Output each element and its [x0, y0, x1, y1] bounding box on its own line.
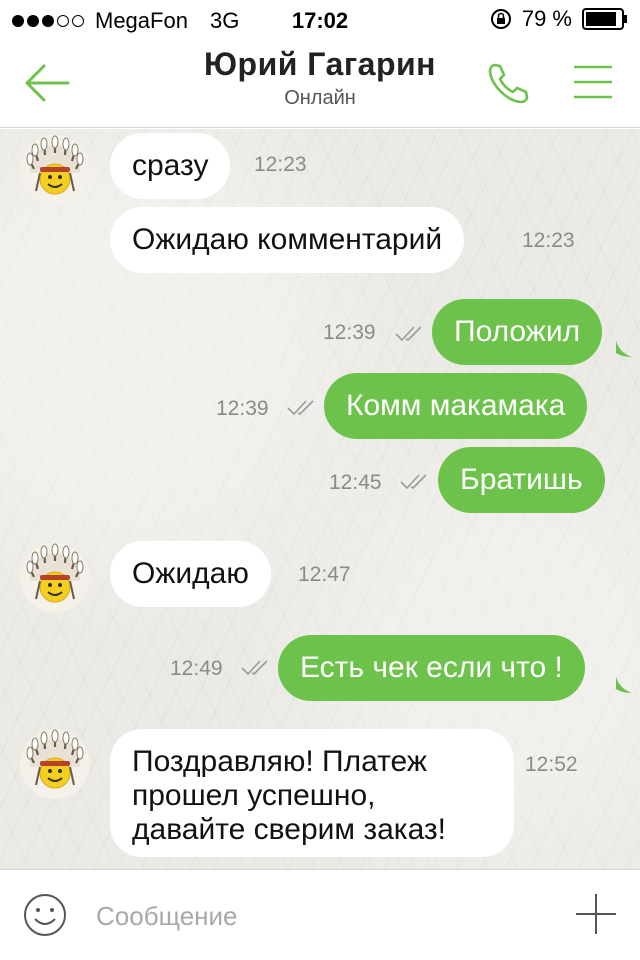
message-list[interactable]: сразу 12:23 Ожидаю комментарий 12:23 12:… [0, 129, 640, 869]
incoming-message-bubble[interactable]: сразу [110, 133, 231, 199]
message-text: Положил [454, 315, 581, 348]
chief-smiley-avatar-icon [26, 729, 84, 789]
incoming-message-bubble[interactable]: Ожидаю [110, 541, 271, 607]
status-bar: MegaFon 3G 17:02 79 % [0, 0, 640, 40]
message-text: Комм макамака [346, 389, 566, 422]
outgoing-message-bubble[interactable]: Положил [432, 299, 603, 365]
outgoing-message-bubble[interactable]: Есть чек если что ! [278, 635, 585, 701]
message-input[interactable] [96, 894, 536, 938]
message-text: Ожидаю [132, 557, 249, 590]
chief-smiley-avatar-icon [26, 543, 84, 603]
rotation-lock-icon [490, 9, 511, 29]
battery-percent: 79 % [521, 6, 572, 31]
contact-avatar[interactable] [20, 729, 90, 799]
message-time: 12:49 [170, 657, 223, 680]
contact-title[interactable]: Юрий Гагарин Онлайн [120, 46, 520, 110]
message-text: сразу [132, 149, 209, 182]
message-text: Братишь [460, 463, 583, 496]
contact-avatar[interactable] [20, 135, 90, 205]
message-time: 12:23 [254, 153, 307, 176]
incoming-message-bubble[interactable]: Поздравляю! Платеж прошел успешно, давай… [110, 729, 514, 857]
message-text-line: прошел успешно, [132, 779, 376, 812]
message-text-line: Поздравляю! Платеж [132, 745, 427, 778]
double-check-icon [241, 660, 268, 676]
message-composer [0, 869, 640, 960]
contact-avatar[interactable] [20, 543, 90, 613]
message-time: 12:47 [298, 563, 351, 586]
bubble-tail [616, 677, 632, 693]
double-check-icon [395, 326, 422, 342]
bubble-tail [616, 341, 632, 357]
phone-icon[interactable] [486, 60, 532, 106]
contact-status: Онлайн [284, 87, 356, 109]
message-time: 12:45 [329, 471, 382, 494]
smiley-icon[interactable] [22, 892, 68, 938]
incoming-message-bubble[interactable]: Ожидаю комментарий [110, 207, 465, 273]
message-time: 12:52 [525, 753, 578, 776]
chat-header: Юрий Гагарин Онлайн [0, 40, 640, 128]
battery-icon [582, 8, 627, 30]
plus-icon[interactable] [574, 892, 618, 936]
double-check-icon [400, 474, 427, 490]
contact-name: Юрий Гагарин [204, 46, 436, 82]
message-time: 12:39 [216, 397, 269, 420]
outgoing-message-bubble[interactable]: Комм макамака [324, 373, 588, 439]
chief-smiley-avatar-icon [26, 135, 84, 195]
message-text: Ожидаю комментарий [132, 223, 443, 256]
double-check-icon [287, 400, 314, 416]
message-text: Есть чек если что ! [300, 651, 563, 684]
back-arrow-icon[interactable] [22, 60, 72, 106]
outgoing-message-bubble[interactable]: Братишь [438, 447, 605, 513]
message-time: 12:23 [522, 229, 575, 252]
message-time: 12:39 [323, 321, 376, 344]
message-text-line: давайте сверим заказ! [132, 813, 447, 846]
hamburger-menu-icon[interactable] [572, 64, 614, 100]
